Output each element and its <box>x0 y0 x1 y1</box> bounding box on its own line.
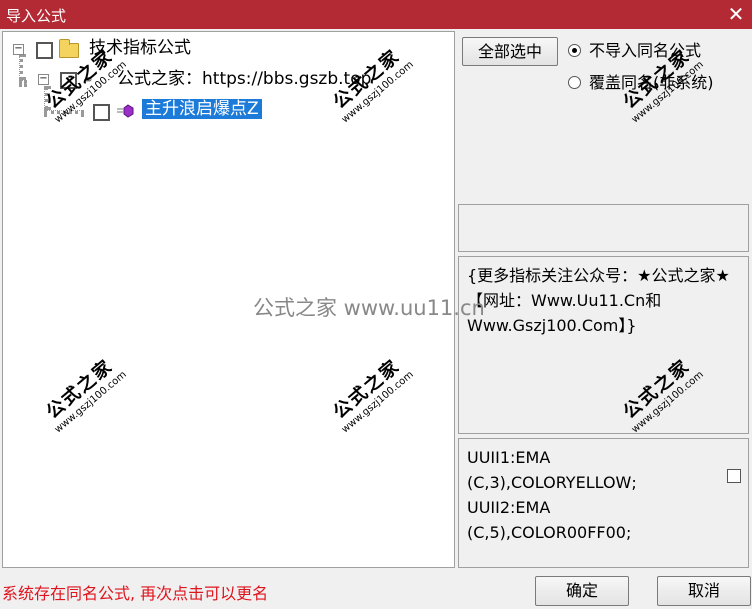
source-checkbox[interactable] <box>60 72 77 89</box>
code-checkbox[interactable] <box>727 469 741 483</box>
skip-same-name-label: 不导入同名公式 <box>589 41 702 60</box>
formula-checkbox[interactable] <box>93 104 110 121</box>
tree-connector <box>44 86 48 110</box>
code-line: UUII1:EMA <box>467 448 551 467</box>
formula-tree[interactable]: − 技术指标公式 − ⚭ 公式之家：https://bbs.gszb.top 主… <box>2 31 455 568</box>
code-line: (C,3),COLORYELLOW; <box>467 473 637 492</box>
select-all-button[interactable]: 全部选中 <box>462 37 558 66</box>
description-text: {更多指标关注公众号：★公式之家★ 【网址：Www.Uu11.Cn和Www.Gs… <box>467 266 730 335</box>
status-message: 系统存在同名公式, 再次点击可以更名 <box>2 584 269 603</box>
code-box: UUII1:EMA (C,3),COLORYELLOW; UUII2:EMA (… <box>458 438 749 568</box>
tree-connector <box>19 80 27 84</box>
collapse-source-icon[interactable]: − <box>38 74 49 85</box>
collapse-root-icon[interactable]: − <box>13 44 24 55</box>
skip-same-name-radio[interactable]: 不导入同名公式 <box>568 41 701 61</box>
window-title: 导入公式 <box>6 7 67 25</box>
overwrite-same-name-label: 覆盖同名(非系统) <box>589 73 714 92</box>
folder-icon <box>59 39 79 58</box>
code-text: UUII1:EMA (C,3),COLORYELLOW; UUII2:EMA (… <box>467 445 717 545</box>
radio-selected-icon <box>568 44 581 57</box>
tree-node-source-label[interactable]: 公式之家：https://bbs.gszb.top <box>117 69 371 89</box>
tree-connector <box>19 54 23 80</box>
title-bar: 导入公式 ✕ <box>0 0 752 29</box>
formula-icon <box>117 104 134 118</box>
tree-connector <box>44 110 84 114</box>
link-icon: ⚭ <box>83 73 94 88</box>
code-line: UUII2:EMA <box>467 498 551 517</box>
description-box: {更多指标关注公众号：★公式之家★ 【网址：Www.Uu11.Cn和Www.Gs… <box>458 256 749 434</box>
code-line: (C,5),COLOR00FF00; <box>467 523 632 542</box>
tree-node-root-label[interactable]: 技术指标公式 <box>89 38 191 58</box>
radio-unselected-icon <box>568 76 581 89</box>
close-icon[interactable]: ✕ <box>726 4 746 24</box>
overwrite-same-name-radio[interactable]: 覆盖同名(非系统) <box>568 73 714 93</box>
parameter-box <box>458 204 749 252</box>
tree-node-formula-label[interactable]: 主升浪启爆点Z <box>142 99 262 119</box>
root-checkbox[interactable] <box>36 42 53 59</box>
cancel-button[interactable]: 取消 <box>657 576 751 606</box>
ok-button[interactable]: 确定 <box>535 576 629 606</box>
